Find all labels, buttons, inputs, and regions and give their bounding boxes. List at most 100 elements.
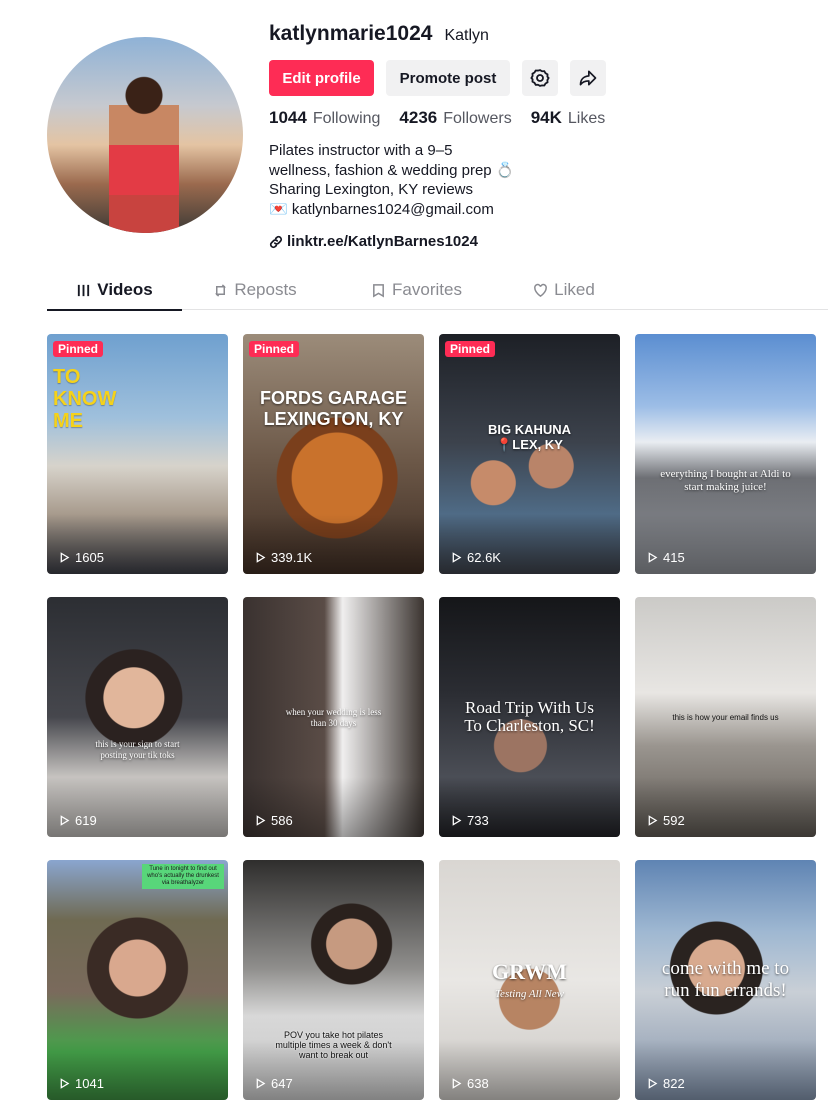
video-overlay-text: Road Trip With Us To Charleston, SC! xyxy=(464,698,595,735)
view-count-text: 638 xyxy=(467,1076,489,1091)
pinned-badge: Pinned xyxy=(249,341,300,357)
stat-following[interactable]: 1044 Following xyxy=(269,108,380,128)
video-card[interactable]: GRWM Testing All New 638 xyxy=(439,860,620,1100)
card-shade xyxy=(635,1040,816,1100)
video-card[interactable]: POV you take hot pilates multiple times … xyxy=(243,860,424,1100)
video-overlay-text: TO KNOW ME xyxy=(53,366,117,432)
play-icon xyxy=(60,1078,70,1089)
stat-label: Followers xyxy=(443,110,512,127)
video-card[interactable]: Pinned FORDS GARAGE LEXINGTON, KY 339.1K xyxy=(243,334,424,574)
video-card[interactable]: Tune in tonight to find out who's actual… xyxy=(47,860,228,1100)
tab-liked[interactable]: Liked xyxy=(505,270,623,310)
card-shade xyxy=(47,777,228,837)
video-card[interactable]: when your wedding is less than 30 days 5… xyxy=(243,597,424,837)
play-icon xyxy=(452,815,462,826)
tab-label: Reposts xyxy=(234,280,297,299)
tab-videos[interactable]: Videos xyxy=(47,270,182,311)
edit-profile-button[interactable]: Edit profile xyxy=(269,60,374,96)
pinned-badge: Pinned xyxy=(53,341,104,357)
view-count-text: 619 xyxy=(75,813,97,828)
stat-number: 94K xyxy=(530,108,562,127)
card-shade xyxy=(635,514,816,574)
card-shade xyxy=(439,777,620,837)
avatar-photo xyxy=(109,75,179,233)
tab-label: Videos xyxy=(97,280,153,299)
bio-line: wellness, fashion & wedding prep 💍 xyxy=(269,161,515,179)
view-count-text: 733 xyxy=(467,813,489,828)
link-icon xyxy=(269,235,283,248)
play-icon xyxy=(648,1078,658,1089)
settings-button[interactable] xyxy=(522,60,558,96)
card-shade xyxy=(47,1040,228,1100)
play-icon xyxy=(60,552,70,563)
play-icon xyxy=(452,552,462,563)
view-count: 822 xyxy=(647,1076,685,1091)
play-icon xyxy=(256,552,266,563)
view-count-text: 1041 xyxy=(75,1076,104,1091)
view-count-text: 415 xyxy=(663,550,685,565)
view-count: 647 xyxy=(255,1076,293,1091)
card-shade xyxy=(635,777,816,837)
video-card[interactable]: Pinned TO KNOW ME 1605 xyxy=(47,334,228,574)
view-count: 1605 xyxy=(59,550,104,565)
profile-header: katlynmarie1024 Katlyn xyxy=(269,22,489,46)
profile-stats: 1044 Following 4236 Followers 94K Likes xyxy=(269,108,605,128)
share-icon xyxy=(579,70,597,86)
video-overlay-text: come with me to run fun errands! xyxy=(661,958,790,1001)
video-overlay-text: POV you take hot pilates multiple times … xyxy=(275,1030,392,1060)
profile-display-name: Katlyn xyxy=(444,27,489,44)
view-count-text: 62.6K xyxy=(467,550,501,565)
pinned-badge: Pinned xyxy=(445,341,496,357)
play-icon xyxy=(256,815,266,826)
view-count-text: 339.1K xyxy=(271,550,313,565)
profile-bio: Pilates instructor with a 9–5 wellness, … xyxy=(269,141,514,219)
promote-post-button[interactable]: Promote post xyxy=(386,60,510,96)
view-count: 415 xyxy=(647,550,685,565)
video-overlay-text: FORDS GARAGE LEXINGTON, KY xyxy=(259,388,407,429)
profile-handle: katlynmarie1024 xyxy=(269,22,433,45)
view-count-text: 586 xyxy=(271,813,293,828)
video-card[interactable]: Pinned BIG KAHUNA 📍LEX, KY 62.6K xyxy=(439,334,620,574)
video-overlay-subtext: Testing All New xyxy=(494,988,565,1000)
video-overlay-text: everything I bought at Aldi to start mak… xyxy=(660,468,791,493)
video-overlay-text: this is your sign to start posting your … xyxy=(95,739,180,760)
view-count: 619 xyxy=(59,813,97,828)
bio-line: Pilates instructor with a 9–5 xyxy=(269,142,453,159)
video-overlay-text: this is how your email finds us xyxy=(672,713,779,722)
view-count: 733 xyxy=(451,813,489,828)
tab-favorites[interactable]: Favorites xyxy=(328,270,505,310)
video-overlay-text: when your wedding is less than 30 days xyxy=(285,707,382,728)
card-shade xyxy=(47,514,228,574)
video-grid: Pinned TO KNOW ME 1605 Pinned FORDS GARA… xyxy=(47,334,817,1100)
play-icon xyxy=(256,1078,266,1089)
video-card[interactable]: come with me to run fun errands! 822 xyxy=(635,860,816,1100)
view-count-text: 822 xyxy=(663,1076,685,1091)
stat-label: Likes xyxy=(567,110,606,127)
video-card[interactable]: this is how your email finds us 592 xyxy=(635,597,816,837)
view-count-text: 1605 xyxy=(75,550,104,565)
profile-actions: Edit profile Promote post xyxy=(269,60,606,96)
tab-label: Favorites xyxy=(392,280,462,299)
play-icon xyxy=(648,815,658,826)
view-count: 1041 xyxy=(59,1076,104,1091)
video-card[interactable]: Road Trip With Us To Charleston, SC! 733 xyxy=(439,597,620,837)
video-card[interactable]: this is your sign to start posting your … xyxy=(47,597,228,837)
bookmark-icon xyxy=(373,283,384,297)
play-icon xyxy=(648,552,658,563)
view-count: 62.6K xyxy=(451,550,501,565)
profile-link-text: linktr.ee/KatlynBarnes1024 xyxy=(287,233,478,250)
video-card[interactable]: everything I bought at Aldi to start mak… xyxy=(635,334,816,574)
video-overlay-text: BIG KAHUNA 📍LEX, KY xyxy=(487,422,572,452)
video-overlay-text: GRWM xyxy=(492,959,567,984)
view-count: 638 xyxy=(451,1076,489,1091)
profile-avatar[interactable] xyxy=(47,37,243,233)
view-count-text: 647 xyxy=(271,1076,293,1091)
profile-link[interactable]: linktr.ee/KatlynBarnes1024 xyxy=(269,233,478,250)
stat-followers[interactable]: 4236 Followers xyxy=(399,108,511,128)
view-count: 586 xyxy=(255,813,293,828)
share-button[interactable] xyxy=(570,60,606,96)
tab-reposts[interactable]: Reposts xyxy=(182,270,328,310)
play-icon xyxy=(452,1078,462,1089)
play-icon xyxy=(60,815,70,826)
view-count: 339.1K xyxy=(255,550,312,565)
